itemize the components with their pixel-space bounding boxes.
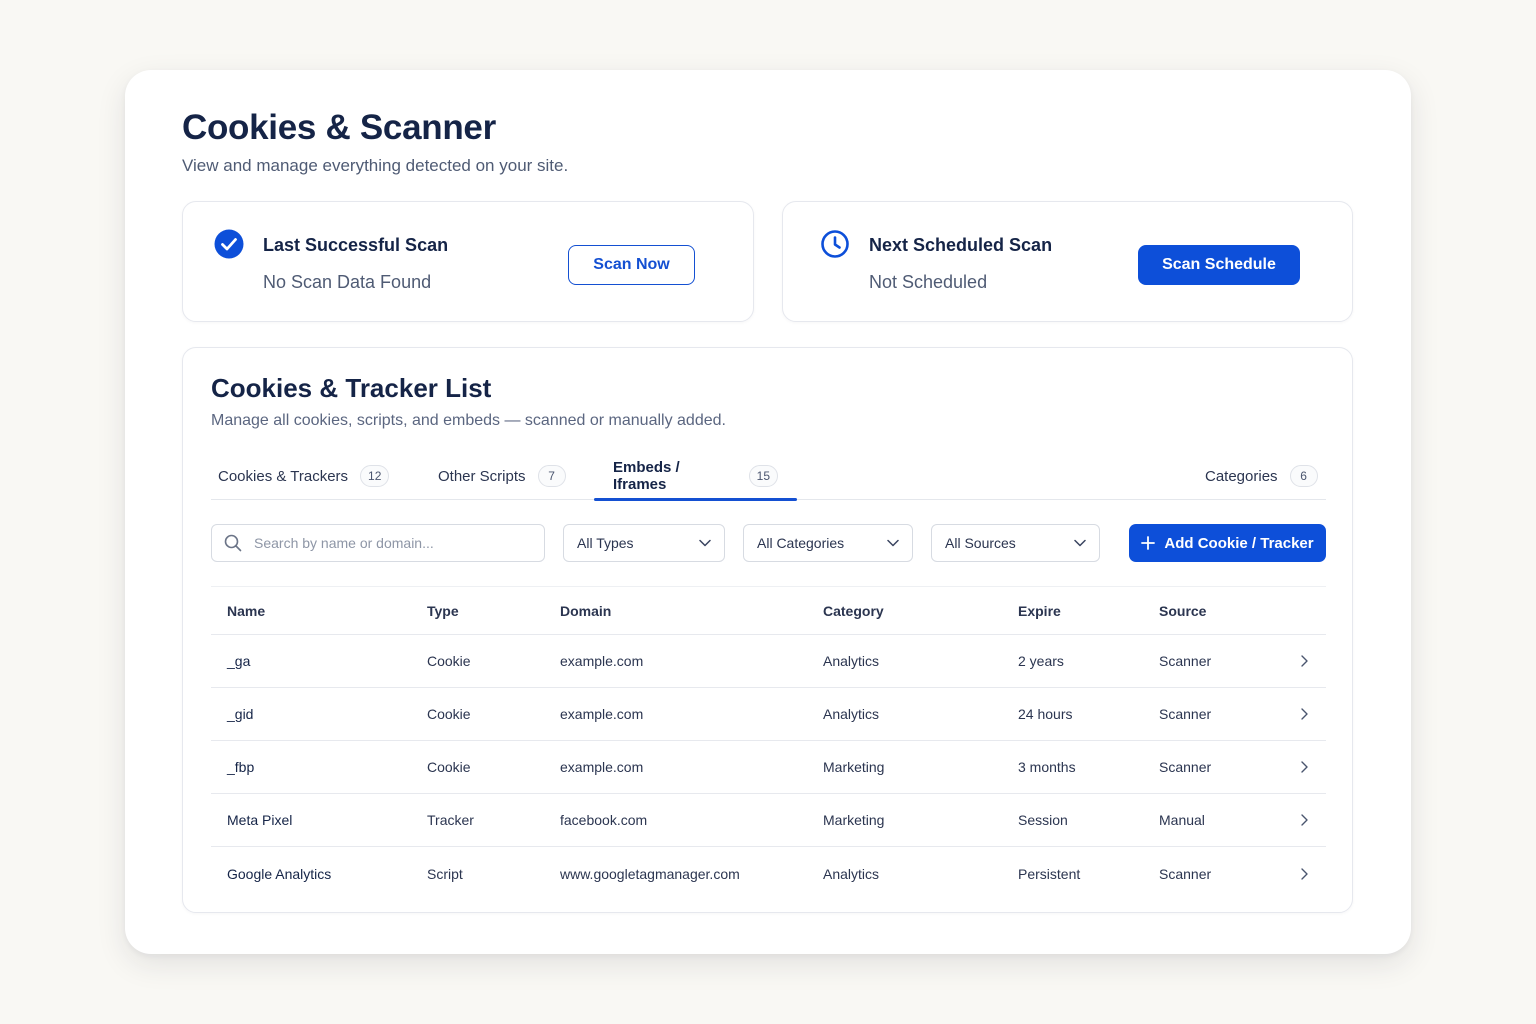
main-panel: Cookies & Scanner View and manage everyt… — [125, 70, 1411, 954]
next-scan-status: Not Scheduled — [869, 272, 988, 292]
page-title: Cookies & Scanner — [182, 108, 496, 147]
next-scan-card: Next Scheduled Scan Not Scheduled Scan S… — [782, 201, 1353, 322]
cell-domain: example.com — [560, 653, 644, 669]
tab-count-badge: 7 — [537, 465, 566, 487]
search-icon — [224, 534, 242, 552]
cell-source: Scanner — [1159, 653, 1212, 669]
tracker-table: Name Type Domain Category Expire Source … — [211, 586, 1326, 900]
column-header-type[interactable]: Type — [427, 603, 459, 619]
search-input[interactable] — [254, 535, 514, 551]
cell-type: Tracker — [427, 812, 474, 828]
chevron-right-icon[interactable] — [1297, 867, 1311, 881]
tab-label: Embeds / Iframes — [613, 459, 680, 493]
tab-label: Other Scripts — [438, 467, 526, 485]
chevron-down-icon — [887, 539, 899, 547]
last-scan-status: No Scan Data Found — [263, 272, 432, 292]
table-row[interactable]: _fbp Cookie example.com Marketing 3 mont… — [211, 741, 1326, 794]
check-circle-icon — [214, 229, 244, 259]
source-select-value: All Sources — [945, 535, 1016, 551]
cell-category: Marketing — [823, 812, 885, 828]
cell-domain: facebook.com — [560, 812, 648, 828]
scan-now-button[interactable]: Scan Now — [568, 245, 695, 285]
cell-category: Analytics — [823, 653, 880, 669]
clock-icon — [821, 230, 849, 258]
cell-source: Scanner — [1159, 865, 1212, 882]
chevron-right-icon[interactable] — [1297, 654, 1311, 668]
column-header-expire[interactable]: Expire — [1018, 603, 1061, 619]
category-select-value: All Categories — [757, 535, 845, 551]
cell-source: Scanner — [1159, 759, 1212, 775]
cell-expire: 24 hours — [1018, 706, 1073, 722]
table-row[interactable]: _ga Cookie example.com Analytics 2 years… — [211, 635, 1326, 688]
add-cookie-tracker-button[interactable]: Add Cookie / Tracker — [1129, 524, 1326, 562]
type-select-value: All Types — [577, 535, 634, 551]
column-header-domain[interactable]: Domain — [560, 603, 611, 619]
list-subtitle: Manage all cookies, scripts, and embeds … — [211, 412, 726, 429]
cell-type: Cookie — [427, 759, 471, 775]
cell-domain: example.com — [560, 759, 644, 775]
category-select[interactable]: All Categories — [743, 524, 913, 562]
column-header-category[interactable]: Category — [823, 603, 884, 619]
chevron-down-icon — [1074, 539, 1086, 547]
column-header-name[interactable]: Name — [227, 603, 265, 619]
table-row[interactable]: _gid Cookie example.com Analytics 24 hou… — [211, 688, 1326, 741]
next-scan-title: Next Scheduled Scan — [869, 235, 1053, 255]
list-title: Cookies & Tracker List — [211, 373, 492, 403]
cell-category: Analytics — [823, 865, 880, 882]
table-row[interactable]: Meta Pixel Tracker facebook.com Marketin… — [211, 794, 1326, 847]
cell-name: _fbp — [227, 759, 255, 775]
tab-count-badge: 12 — [360, 465, 390, 487]
last-scan-card: Last Successful Scan No Scan Data Found … — [182, 201, 754, 322]
cell-type: Cookie — [427, 653, 471, 669]
tab-categories[interactable]: Categories 6 — [1205, 452, 1318, 500]
cell-name: _gid — [227, 706, 254, 722]
cell-source: Manual — [1159, 812, 1205, 828]
cell-name: Google Analytics — [227, 865, 332, 882]
chevron-down-icon — [699, 539, 711, 547]
cell-domain: example.com — [560, 706, 644, 722]
table-row[interactable]: Google Analytics Script www.googletagman… — [211, 847, 1326, 900]
cell-expire: 2 years — [1018, 653, 1064, 669]
plus-icon — [1141, 536, 1156, 550]
cell-name: Meta Pixel — [227, 812, 293, 828]
cell-expire: 3 months — [1018, 759, 1076, 775]
page-subtitle: View and manage everything detected on y… — [182, 156, 569, 175]
tab-bar: Cookies & Trackers 12 Other Scripts 7 Em… — [211, 452, 1326, 501]
last-scan-title: Last Successful Scan — [263, 235, 449, 255]
cell-expire: Session — [1018, 812, 1068, 828]
tracker-list-card: Cookies & Tracker List Manage all cookie… — [182, 347, 1353, 913]
tab-label: Cookies & Trackers — [218, 467, 349, 485]
filter-bar: All Types All Categories All Sources — [211, 524, 1326, 562]
cell-category: Analytics — [823, 706, 880, 722]
scan-schedule-button[interactable]: Scan Schedule — [1138, 245, 1300, 285]
tab-count-badge: 6 — [1289, 465, 1318, 487]
cell-type: Script — [427, 865, 463, 882]
source-select[interactable]: All Sources — [931, 524, 1100, 562]
cell-name: _ga — [227, 653, 251, 669]
tab-embeds-iframes[interactable]: Embeds / Iframes 15 — [594, 452, 797, 501]
cell-expire: Persistent — [1018, 865, 1081, 882]
chevron-right-icon[interactable] — [1297, 707, 1311, 721]
type-select[interactable]: All Types — [563, 524, 725, 562]
cell-source: Scanner — [1159, 706, 1212, 722]
tab-label: Categories — [1205, 467, 1278, 485]
search-box — [211, 524, 545, 562]
add-button-label: Add Cookie / Tracker — [1164, 534, 1314, 552]
tab-count-badge: 15 — [748, 465, 778, 487]
cell-category: Marketing — [823, 759, 885, 775]
table-header: Name Type Domain Category Expire Source — [211, 586, 1326, 635]
tab-cookies-trackers[interactable]: Cookies & Trackers 12 — [218, 452, 390, 500]
cell-type: Cookie — [427, 706, 471, 722]
column-header-source[interactable]: Source — [1159, 603, 1206, 619]
tab-other-scripts[interactable]: Other Scripts 7 — [438, 452, 566, 500]
chevron-right-icon[interactable] — [1297, 813, 1311, 827]
cell-domain: www.googletagmanager.com — [560, 865, 740, 882]
chevron-right-icon[interactable] — [1297, 760, 1311, 774]
